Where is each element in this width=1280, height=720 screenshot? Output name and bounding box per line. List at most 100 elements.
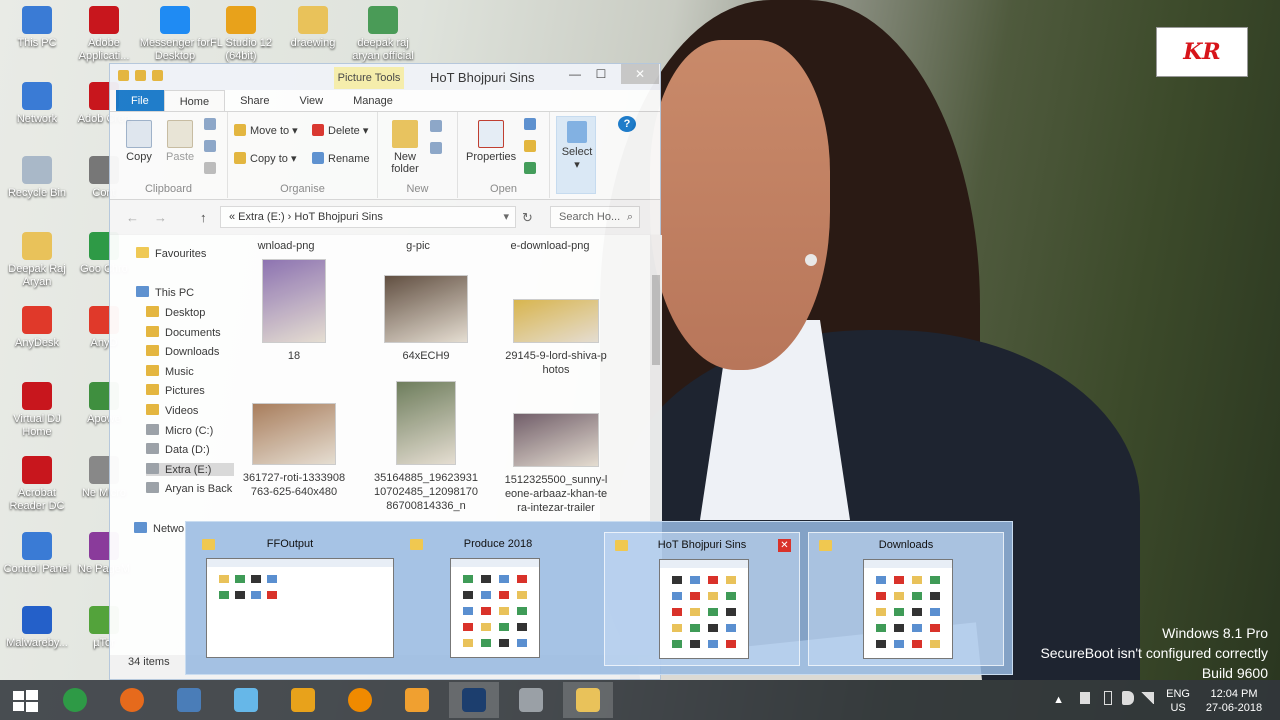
tab-view[interactable]: View [284,90,338,111]
desktop-icon[interactable]: Malwareby... [0,606,74,650]
properties-button[interactable]: Properties [466,120,516,163]
file-thumbnail[interactable]: 361727-roti-1333908763-625-640x480 [234,403,354,499]
easy-access-icon[interactable] [430,142,446,155]
language-indicator[interactable]: ENG US [1166,687,1190,715]
file-name-partial[interactable]: wnload-png [234,239,346,253]
window-preview[interactable]: Produce 2018 [400,532,596,666]
title-bar[interactable]: Picture Tools HoT Bhojpuri Sins — ☐ ✕ [110,64,660,90]
rename-button[interactable]: Rename [312,152,370,165]
help-icon[interactable]: ? [618,116,636,132]
window-preview[interactable]: Downloads [808,532,1004,666]
show-hidden-icons-icon[interactable]: ▲ [1053,693,1064,707]
quick-access-toolbar[interactable] [118,70,163,81]
battery-icon[interactable] [1104,691,1112,705]
desktop-icon[interactable]: FL Studio 12 (64bit) [204,6,278,63]
back-arrow-icon[interactable]: ← [126,210,139,225]
file-thumbnail[interactable]: 18 [234,259,354,363]
taskbar-app[interactable] [563,682,613,718]
edit-icon[interactable] [524,140,540,153]
paste-shortcut-icon[interactable] [204,162,220,175]
minimize-button[interactable]: — [562,64,588,84]
file-name-partial[interactable]: g-pic [358,239,478,253]
copy-button[interactable]: Copy [126,120,152,163]
history-icon[interactable] [524,162,540,175]
desktop-icon[interactable]: Control Panel [0,532,74,576]
nav-item-folder[interactable]: Desktop [146,306,205,319]
desktop-icon[interactable]: Network [0,82,74,126]
move-to-button[interactable]: Move to ▾ [234,124,298,137]
desktop-icon[interactable]: This PC [0,6,74,50]
desktop-icon[interactable]: Messenger for Desktop [138,6,212,63]
taskbar-app[interactable] [278,682,328,718]
preview-title: Downloads [878,539,934,551]
search-input[interactable]: Search Ho... ⌕ [550,206,640,228]
maximize-button[interactable]: ☐ [588,64,614,84]
properties-icon[interactable] [135,70,146,81]
taskbar-app[interactable] [335,682,385,718]
nav-item-drive[interactable]: Extra (E:) [146,462,244,476]
scrollbar-thumb[interactable] [652,275,660,365]
start-button[interactable] [0,682,50,718]
nav-item-folder[interactable]: Music [146,364,194,378]
nav-this-pc[interactable]: This PC [136,286,194,299]
nav-item-drive[interactable]: Aryan is Back [146,482,232,495]
close-icon[interactable]: ✕ [778,539,791,552]
copy-to-button[interactable]: Copy to ▾ [234,152,297,165]
taskbar-app[interactable] [392,682,442,718]
window-preview[interactable]: HoT Bhojpuri Sins ✕ [604,532,800,666]
close-button[interactable]: ✕ [621,64,659,84]
window-preview[interactable]: FFOutput [192,532,394,666]
desktop-icon[interactable]: Acrobat Reader DC [0,456,74,513]
paste-button[interactable]: Paste [166,120,194,163]
open-icon[interactable] [524,118,540,131]
desktop-icon[interactable]: Virtual DJ Home [0,382,74,439]
refresh-icon[interactable]: ↻ [522,210,533,226]
tab-file[interactable]: File [116,90,164,111]
taskbar-app[interactable] [107,682,157,718]
taskbar-app[interactable] [50,682,100,718]
nav-item-drive[interactable]: Micro (C:) [146,423,213,437]
desktop-icon[interactable]: Deepak Raj Aryan [0,232,74,289]
nav-item-drive[interactable]: Data (D:) [146,443,210,456]
network-signal-icon[interactable] [1140,692,1154,704]
flag-icon[interactable] [1080,692,1090,704]
nav-item-folder[interactable]: Documents [146,325,221,339]
file-name-partial[interactable]: e-download-png [490,239,610,253]
desktop-icon[interactable]: deepak raj aryan official [346,6,420,63]
desktop-icon[interactable]: Adobe Applicati... [67,6,141,63]
nav-item-folder[interactable]: Pictures [146,384,205,397]
delete-button[interactable]: Delete ▾ [312,124,368,137]
taskbar-app[interactable] [506,682,556,718]
nav-network[interactable]: Netwo [134,522,184,535]
forward-arrow-icon[interactable]: → [154,210,167,225]
desktop-icon[interactable]: Recycle Bin [0,156,74,200]
file-thumbnail[interactable]: 64xECH9 [366,275,486,363]
address-dropdown-icon[interactable]: ▾ [503,207,509,227]
file-thumbnail[interactable]: 35164885_1962393110702485_12098170867008… [366,381,486,513]
clock[interactable]: 12:04 PM 27-06-2018 [1198,687,1270,715]
desktop-icon[interactable]: draewing [276,6,350,50]
select-button[interactable]: Select ▾ [556,116,596,194]
nav-favourites[interactable]: Favourites [136,247,206,260]
volume-icon[interactable] [1122,691,1134,705]
nav-item-folder[interactable]: Downloads [146,345,219,358]
file-thumbnail[interactable]: 1512325500_sunny-leone-arbaaz-khan-tera-… [496,413,616,515]
taskbar-app[interactable] [221,682,271,718]
file-thumbnail[interactable]: 29145-9-lord-shiva-photos [496,299,616,377]
tab-manage[interactable]: Manage [338,90,408,111]
new-folder-icon[interactable] [152,70,163,81]
up-arrow-icon[interactable]: ↑ [200,210,207,225]
cut-icon[interactable] [204,118,220,131]
copy-path-icon[interactable] [204,140,220,153]
address-bar[interactable]: « Extra (E:) › HoT Bhojpuri Sins ▾ [220,206,516,228]
desktop-icon[interactable]: AnyDesk [0,306,74,350]
folder-icon[interactable] [118,70,129,81]
select-control[interactable]: Select ▾ [561,121,593,171]
taskbar-app[interactable] [164,682,214,718]
new-item-icon[interactable] [430,120,446,133]
tab-home[interactable]: Home [163,90,226,111]
nav-item-folder[interactable]: Videos [146,404,198,417]
tab-share[interactable]: Share [225,90,284,111]
taskbar-app[interactable] [449,682,499,718]
new-folder-button[interactable]: New folder [390,120,420,175]
